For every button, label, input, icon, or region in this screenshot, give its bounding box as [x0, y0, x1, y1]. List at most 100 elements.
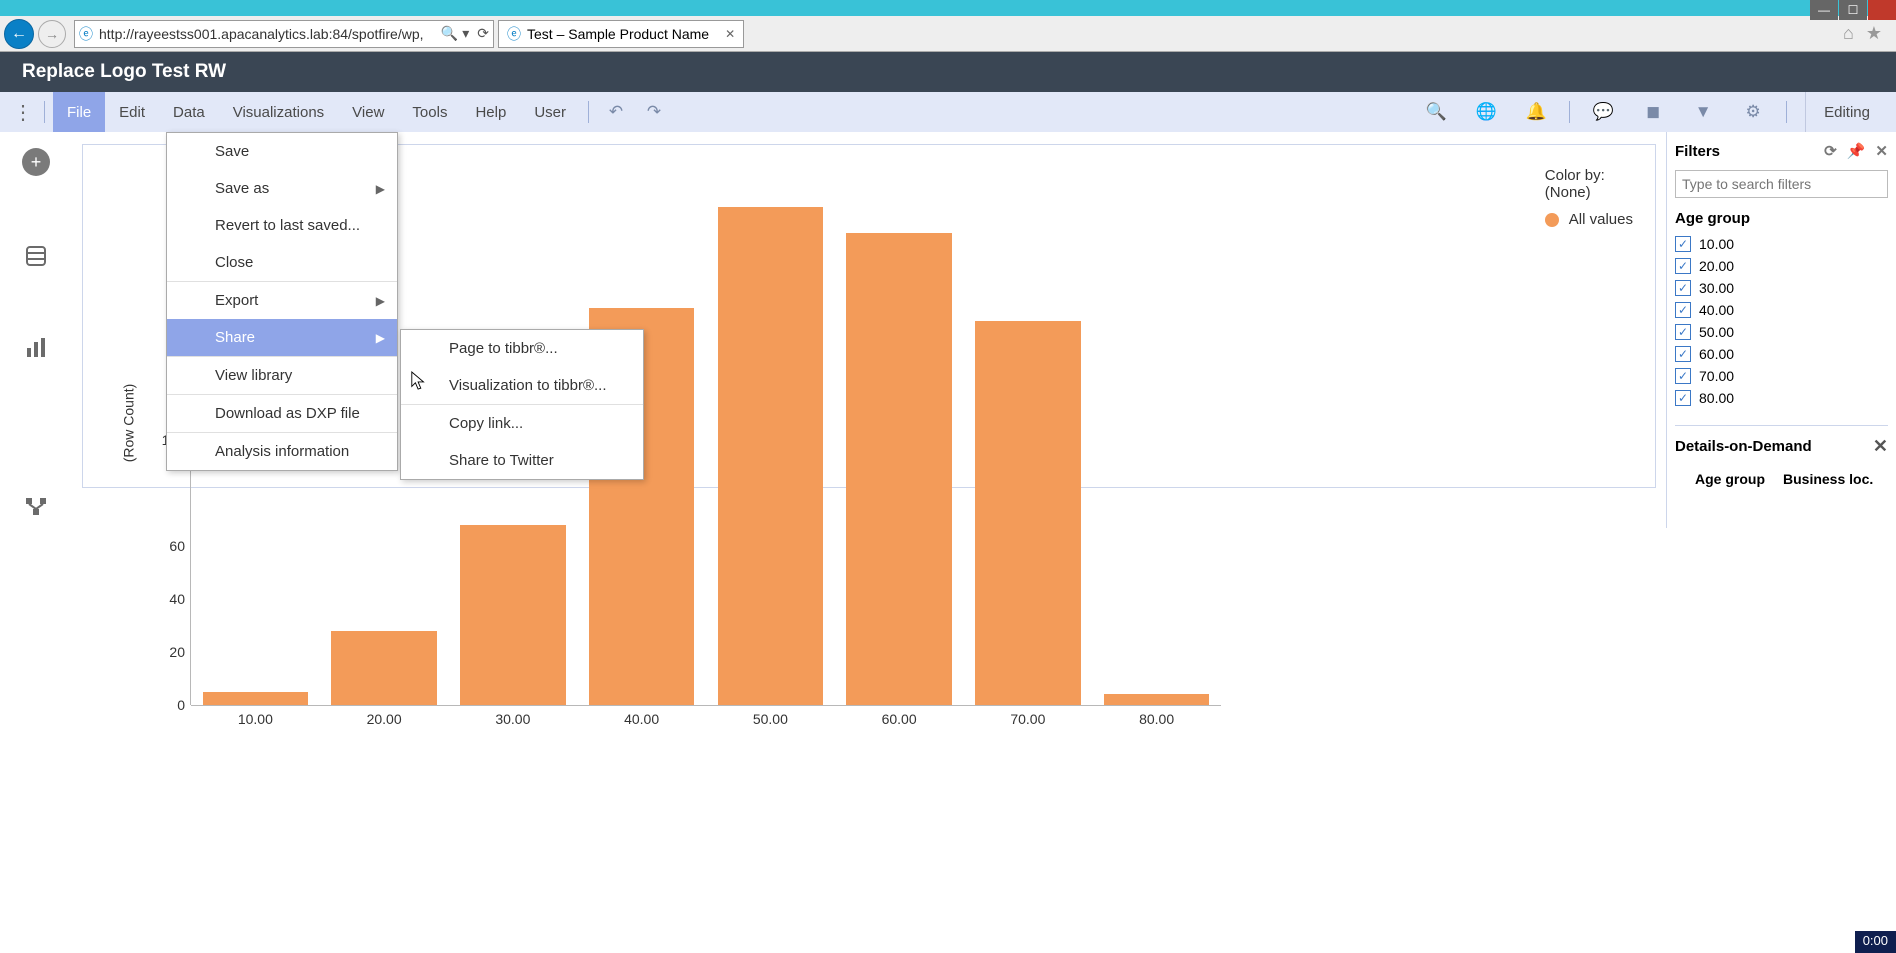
- chart-bar[interactable]: [1104, 694, 1210, 705]
- chart-bar[interactable]: [718, 207, 824, 705]
- filter-option-label: 80.00: [1699, 390, 1734, 406]
- filters-close-icon[interactable]: ✕: [1875, 142, 1888, 160]
- menu-item-save[interactable]: Save: [167, 133, 397, 170]
- checkbox-icon[interactable]: ✓: [1675, 346, 1691, 362]
- refresh-icon[interactable]: ⟳: [477, 25, 489, 42]
- filter-icon[interactable]: ▼: [1690, 102, 1716, 122]
- filter-option-row[interactable]: ✓ 10.00: [1675, 233, 1888, 255]
- filter-option-label: 40.00: [1699, 302, 1734, 318]
- chart-bar[interactable]: [975, 321, 1081, 705]
- filter-option-row[interactable]: ✓60.00: [1675, 343, 1888, 365]
- bar-chart-icon[interactable]: [24, 336, 48, 360]
- forward-button[interactable]: →: [38, 20, 66, 48]
- filters-title: Filters: [1675, 143, 1720, 160]
- undo-icon[interactable]: ↶: [603, 102, 629, 122]
- globe-icon[interactable]: 🌐: [1473, 102, 1499, 122]
- filter-option-row[interactable]: ✓70.00: [1675, 365, 1888, 387]
- comment-icon[interactable]: 💬: [1590, 102, 1616, 122]
- kebab-menu-icon[interactable]: ⋮: [8, 100, 36, 125]
- data-panel-icon[interactable]: [24, 244, 48, 268]
- dod-close-icon[interactable]: ✕: [1873, 436, 1888, 457]
- menu-view[interactable]: View: [338, 92, 398, 132]
- chart-bar[interactable]: [460, 525, 566, 705]
- menu-bar: ⋮ File Edit Data Visualizations View Too…: [0, 92, 1896, 132]
- menu-item-export[interactable]: Export▶: [167, 282, 397, 319]
- gear-icon[interactable]: ⚙: [1740, 102, 1766, 122]
- submenu-share-twitter[interactable]: Share to Twitter: [401, 442, 643, 479]
- filter-option-row[interactable]: ✓ 40.00: [1675, 299, 1888, 321]
- back-button[interactable]: ←: [4, 19, 34, 49]
- checkbox-icon[interactable]: ✓: [1675, 302, 1691, 318]
- search-dropdown-icon[interactable]: 🔍 ▾: [441, 25, 469, 42]
- maximize-button[interactable]: ☐: [1839, 0, 1867, 20]
- color-by-value: (None): [1545, 184, 1633, 201]
- filter-option-row[interactable]: ✓ 20.00: [1675, 255, 1888, 277]
- x-tick-label: 20.00: [344, 711, 424, 727]
- x-tick-label: 80.00: [1117, 711, 1197, 727]
- dod-col-loc: Business loc.: [1783, 471, 1873, 487]
- address-bar[interactable]: ⓔ http://rayeestss001.apacanalytics.lab:…: [74, 20, 494, 48]
- menu-item-save-as[interactable]: Save as▶: [167, 170, 397, 207]
- filters-pin-icon[interactable]: 📌: [1847, 142, 1866, 160]
- y-tick-label: 20: [159, 644, 185, 660]
- submenu-viz-tibbr[interactable]: Visualization to tibbr®...: [401, 367, 643, 404]
- bookmark-icon[interactable]: ◼: [1640, 102, 1666, 122]
- x-tick-label: 50.00: [730, 711, 810, 727]
- url-text: http://rayeestss001.apacanalytics.lab:84…: [99, 26, 424, 42]
- menu-visualizations[interactable]: Visualizations: [219, 92, 338, 132]
- chart-bar[interactable]: [331, 631, 437, 705]
- chart-bar[interactable]: [203, 692, 309, 705]
- checkbox-icon[interactable]: ✓: [1675, 236, 1691, 252]
- y-tick-label: 0: [159, 697, 185, 713]
- window-close-button[interactable]: [1868, 0, 1896, 20]
- submenu-page-tibbr[interactable]: Page to tibbr®...: [401, 330, 643, 367]
- menu-item-view-library[interactable]: View library: [167, 357, 397, 394]
- menu-file[interactable]: File: [53, 92, 105, 132]
- left-rail: +: [0, 132, 72, 528]
- chart-legend: Color by: (None) All values: [1545, 167, 1633, 228]
- chart-bar[interactable]: [846, 233, 952, 705]
- menu-edit[interactable]: Edit: [105, 92, 159, 132]
- bell-icon[interactable]: 🔔: [1523, 102, 1549, 122]
- submenu-copy-link[interactable]: Copy link...: [401, 405, 643, 442]
- filter-option-row[interactable]: ✓30.00: [1675, 277, 1888, 299]
- menu-user[interactable]: User: [520, 92, 580, 132]
- y-axis-label: (Row Count): [120, 384, 136, 463]
- checkbox-icon[interactable]: ✓: [1675, 390, 1691, 406]
- menu-item-close[interactable]: Close: [167, 244, 397, 281]
- filter-option-row[interactable]: ✓ 80.00: [1675, 387, 1888, 409]
- minimize-button[interactable]: —: [1810, 0, 1838, 20]
- add-page-icon[interactable]: +: [22, 148, 50, 176]
- checkbox-icon[interactable]: ✓: [1675, 324, 1691, 340]
- home-icon[interactable]: ⌂: [1843, 23, 1854, 44]
- legend-swatch: [1545, 213, 1559, 227]
- x-tick-label: 70.00: [988, 711, 1068, 727]
- filters-reset-icon[interactable]: ⟳: [1824, 142, 1837, 160]
- filter-option-label: 10.00: [1699, 236, 1734, 252]
- checkbox-icon[interactable]: ✓: [1675, 368, 1691, 384]
- favorites-icon[interactable]: ★: [1866, 23, 1882, 44]
- menu-help[interactable]: Help: [461, 92, 520, 132]
- editing-mode-button[interactable]: Editing: [1805, 92, 1888, 132]
- checkbox-icon[interactable]: ✓: [1675, 258, 1691, 274]
- checkbox-icon[interactable]: ✓: [1675, 280, 1691, 296]
- page-title: Replace Logo Test RW: [22, 61, 226, 83]
- menu-item-download-dxp[interactable]: Download as DXP file: [167, 395, 397, 432]
- filter-option-row[interactable]: ✓50.00: [1675, 321, 1888, 343]
- tab-close-icon[interactable]: ✕: [725, 27, 735, 41]
- filter-search-input[interactable]: [1675, 170, 1888, 198]
- menu-item-analysis-info[interactable]: Analysis information: [167, 433, 397, 470]
- filter-option-label: 20.00: [1699, 258, 1734, 274]
- search-icon[interactable]: 🔍: [1423, 102, 1449, 122]
- menu-item-share[interactable]: Share▶: [167, 319, 397, 356]
- legend-all-values: All values: [1569, 211, 1633, 228]
- filters-panel: Filters ⟳ 📌 ✕ Age group ✓10.00✓20.00✓30.…: [1666, 132, 1896, 528]
- menu-tools[interactable]: Tools: [398, 92, 461, 132]
- menu-item-revert[interactable]: Revert to last saved...: [167, 207, 397, 244]
- menu-data[interactable]: Data: [159, 92, 219, 132]
- browser-chrome: ← → ⓔ http://rayeestss001.apacanalytics.…: [0, 16, 1896, 52]
- redo-icon[interactable]: ↷: [641, 102, 667, 122]
- browser-tab[interactable]: ⓔ Test – Sample Product Name ✕: [498, 20, 744, 48]
- taskbar-clock: 0:00: [1855, 931, 1896, 953]
- connection-icon[interactable]: [24, 496, 48, 518]
